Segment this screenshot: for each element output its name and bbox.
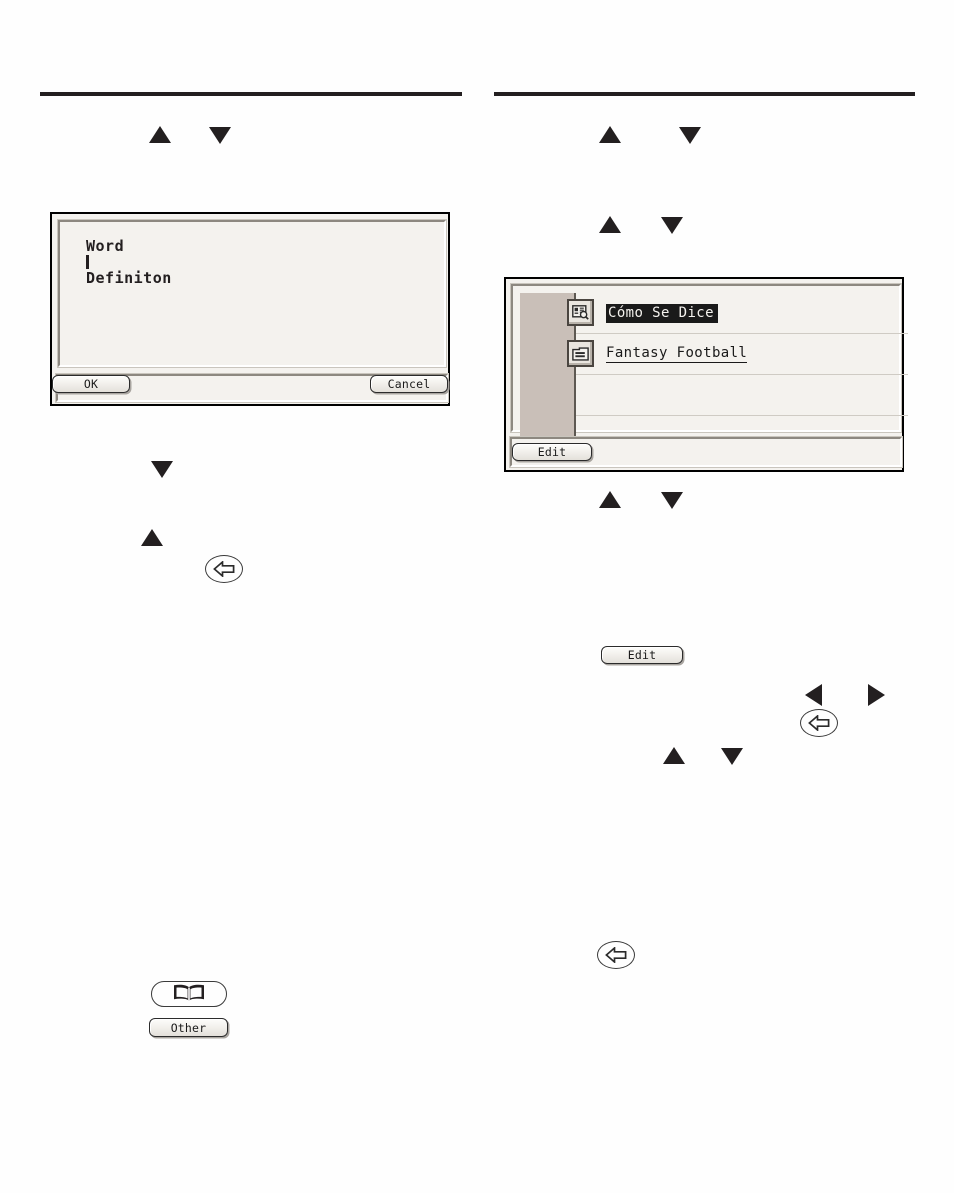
down-arrow-key-icon: [151, 461, 173, 478]
right-column-rule: [494, 92, 915, 96]
cancel-button[interactable]: Cancel: [370, 375, 448, 393]
up-arrow-key-icon: [599, 216, 621, 233]
up-arrow-key-icon: [599, 126, 621, 143]
list-item[interactable]: Cómo Se Dice: [567, 293, 908, 334]
up-arrow-key-icon: [141, 529, 163, 546]
category-list-rows: Cómo Se Dice Fantasy Football: [567, 293, 908, 437]
down-arrow-key-icon: [209, 127, 231, 144]
up-arrow-key-icon: [663, 747, 685, 764]
down-arrow-key-icon: [679, 127, 701, 144]
up-arrow-key-icon: [149, 126, 171, 143]
definition-line-definition: Definiton: [86, 269, 172, 287]
definition-text-block: Word Definiton: [86, 238, 172, 286]
down-arrow-key-icon: [721, 748, 743, 765]
edit-button[interactable]: Edit: [601, 646, 683, 664]
text-caret: [86, 255, 89, 269]
left-arrow-key-icon: [805, 684, 822, 706]
category-list-viewport: Cómo Se Dice Fantasy Football: [510, 283, 908, 437]
ok-button[interactable]: OK: [52, 375, 130, 393]
back-key-icon[interactable]: [800, 709, 838, 737]
open-book-icon: [172, 983, 206, 1006]
other-button[interactable]: Other: [149, 1018, 228, 1037]
left-column-rule: [40, 92, 462, 96]
back-key-icon[interactable]: [597, 941, 635, 969]
up-arrow-key-icon: [599, 491, 621, 508]
list-item-label: Fantasy Football: [606, 345, 748, 363]
dictionary-key[interactable]: [151, 981, 227, 1007]
list-item[interactable]: [576, 375, 908, 416]
list-item[interactable]: Fantasy Football: [567, 334, 908, 375]
list-edit-button[interactable]: Edit: [512, 443, 592, 461]
down-arrow-key-icon: [661, 217, 683, 234]
dictionary-card-icon: [567, 299, 594, 326]
down-arrow-key-icon: [661, 492, 683, 509]
back-key-icon[interactable]: [205, 555, 243, 583]
folder-icon: [567, 340, 594, 367]
definition-line-caret: [86, 254, 172, 270]
right-arrow-key-icon: [868, 684, 885, 706]
manual-page: Word Definiton OK Cancel Other Cómo Se D…: [0, 0, 954, 1193]
definition-textarea[interactable]: Word Definiton: [57, 219, 447, 368]
definition-line-word: Word: [86, 237, 125, 255]
list-item-label: Cómo Se Dice: [606, 303, 718, 323]
